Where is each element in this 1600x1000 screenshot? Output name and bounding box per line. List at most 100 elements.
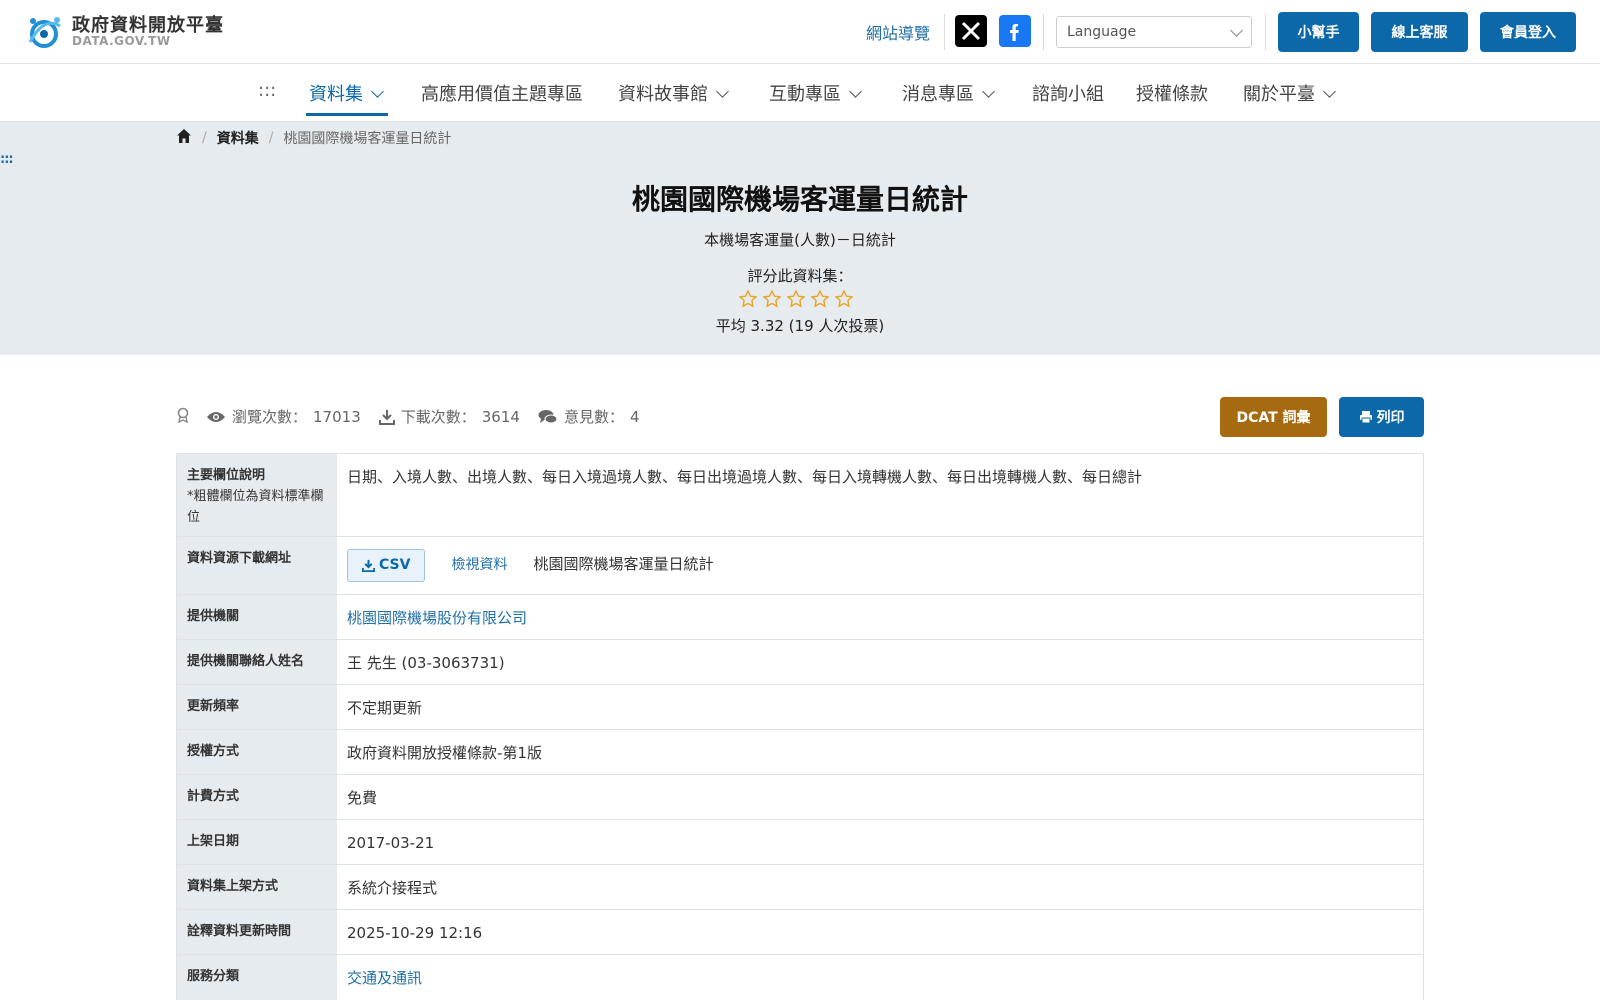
skip-link[interactable]: ::: [258, 80, 276, 101]
row-header: 提供機關聯絡人姓名 [177, 640, 337, 684]
dataset-hero: / 資料集 / 桃園國際機場客運量日統計 ::: 桃園國際機場客運量日統計 本機… [0, 122, 1600, 355]
dataset-info-table: 主要欄位說明 *粗體欄位為資料標準欄位 日期、入境人數、出境人數、每日入境過境人… [176, 453, 1424, 1000]
rating-label: 評分此資料集： [747, 267, 853, 285]
fields-value: 日期、入境人數、出境人數、每日入境過境人數、每日出境過境人數、每日入境轉機人數、… [347, 468, 1143, 486]
print-button-label: 列印 [1376, 410, 1405, 426]
row-header: 資料資源下載網址 [177, 537, 337, 594]
row-header: 主要欄位說明 *粗體欄位為資料標準欄位 [177, 454, 337, 536]
chevron-down-icon [1230, 23, 1243, 37]
breadcrumb-separator: / [202, 130, 207, 146]
x-share-icon[interactable] [955, 15, 987, 47]
language-select-placeholder: Language [1067, 24, 1137, 40]
resource-name: 桃園國際機場客運量日統計 [533, 555, 714, 573]
table-row: 主要欄位說明 *粗體欄位為資料標準欄位 日期、入境人數、出境人數、每日入境過境人… [177, 454, 1423, 537]
active-nav-indicator [306, 113, 388, 116]
table-row: 上架日期 2017-03-21 [177, 820, 1423, 865]
row-value: 政府資料開放授權條款-第1版 [337, 730, 1423, 774]
star-icon[interactable] [834, 289, 854, 309]
table-row: 計費方式 免費 [177, 775, 1423, 820]
table-row: 授權方式 政府資料開放授權條款-第1版 [177, 730, 1423, 775]
badge-icon [176, 407, 190, 427]
download-count-value: 3614 [481, 407, 520, 426]
main-nav: ::: 資料集 高應用價值主題專區 資料故事館 互動專區 消息專區 諮詢小組 授… [0, 64, 1600, 122]
star-icon[interactable] [786, 289, 806, 309]
nav-label: 互動專區 [769, 84, 841, 105]
chevron-down-icon [371, 84, 384, 98]
row-header-label: 主要欄位說明 [187, 468, 266, 483]
printer-icon [1359, 411, 1372, 424]
nav-interactive[interactable]: 互動專區 [769, 80, 862, 106]
nav-about[interactable]: 關於平臺 [1243, 80, 1336, 106]
sitemap-link[interactable]: 網站導覽 [866, 20, 930, 44]
skip-link[interactable]: ::: [0, 152, 14, 167]
dcat-vocabulary-button[interactable]: DCAT 詞彙 [1220, 397, 1327, 437]
logo-subtitle: DATA.GOV.TW [72, 34, 171, 49]
csv-download-button[interactable]: CSV [347, 549, 426, 582]
nav-data-stories[interactable]: 資料故事館 [618, 80, 729, 106]
table-row: 提供機關聯絡人姓名 王 先生 (03-3063731) [177, 640, 1423, 685]
nav-label: 消息專區 [902, 84, 974, 105]
divider [944, 14, 945, 50]
eye-icon [207, 411, 225, 422]
nav-label: 授權條款 [1136, 84, 1208, 105]
row-value: 2025-10-29 12:16 [337, 910, 1423, 954]
online-service-button[interactable]: 線上客服 [1371, 12, 1468, 52]
top-header: 政府資料開放平臺 DATA.GOV.TW 網站導覽 Language 小幫手 線… [0, 0, 1600, 64]
row-value: 日期、入境人數、出境人數、每日入境過境人數、每日出境過境人數、每日入境轉機人數、… [337, 454, 1423, 536]
publish-date-value: 2017-03-21 [347, 834, 435, 852]
view-data-link[interactable]: 檢視資料 [451, 549, 507, 576]
breadcrumb-separator: / [268, 130, 274, 146]
chevron-down-icon [982, 84, 995, 98]
row-header: 提供機關 [177, 595, 337, 639]
row-value: 2017-03-21 [337, 820, 1423, 864]
site-logo[interactable]: 政府資料開放平臺 DATA.GOV.TW [24, 12, 224, 52]
license-value: 政府資料開放授權條款-第1版 [347, 744, 542, 762]
comment-count-label: 意見數： [563, 408, 624, 426]
nav-high-value[interactable]: 高應用價值主題專區 [421, 80, 583, 106]
star-icon[interactable] [762, 289, 782, 309]
metadata-update-value: 2025-10-29 12:16 [347, 924, 483, 942]
dataset-description: 本機場客運量(人數)－日統計 [704, 231, 896, 249]
csv-label: CSV [379, 557, 411, 573]
table-row: 更新頻率 不定期更新 [177, 685, 1423, 730]
publish-method-value: 系統介接程式 [347, 879, 438, 897]
contact-value: 王 先生 (03-3063731) [347, 654, 505, 672]
category-link[interactable]: 交通及通訊 [347, 967, 422, 990]
nav-label: 關於平臺 [1243, 84, 1315, 105]
nav-label: 高應用價值主題專區 [421, 84, 583, 105]
row-header: 詮釋資料更新時間 [177, 910, 337, 954]
row-value: 王 先生 (03-3063731) [337, 640, 1423, 684]
language-select[interactable]: Language [1056, 16, 1252, 48]
row-value: 桃園國際機場股份有限公司 [337, 595, 1423, 639]
breadcrumb: / 資料集 / 桃園國際機場客運量日統計 [176, 128, 451, 148]
helper-button[interactable]: 小幫手 [1278, 12, 1359, 52]
nav-license[interactable]: 授權條款 [1136, 80, 1208, 106]
nav-news[interactable]: 消息專區 [902, 80, 995, 106]
chevron-down-icon [849, 84, 862, 98]
download-icon [362, 559, 375, 572]
chevron-down-icon [1323, 84, 1336, 98]
row-header: 計費方式 [177, 775, 337, 819]
table-row: 提供機關 桃園國際機場股份有限公司 [177, 595, 1423, 640]
nav-label: 諮詢小組 [1032, 84, 1104, 105]
view-count: 瀏覽次數： 17013 [206, 406, 361, 427]
logo-icon [24, 12, 64, 52]
star-icon[interactable] [738, 289, 758, 309]
facebook-share-icon[interactable] [999, 15, 1031, 47]
row-value: 系統介接程式 [337, 865, 1423, 909]
member-login-button[interactable]: 會員登入 [1480, 12, 1576, 52]
nav-advisory[interactable]: 諮詢小組 [1032, 80, 1104, 106]
table-row: 詮釋資料更新時間 2025-10-29 12:16 [177, 910, 1423, 955]
row-header: 更新頻率 [177, 685, 337, 729]
provider-link[interactable]: 桃園國際機場股份有限公司 [347, 607, 527, 630]
star-icon[interactable] [810, 289, 830, 309]
row-header: 資料集上架方式 [177, 865, 337, 909]
home-icon[interactable] [176, 128, 192, 148]
print-button[interactable]: 列印 [1339, 397, 1424, 437]
table-row: 資料資源下載網址 CSV 檢視資料 桃園國際機場客運量日統計 [177, 537, 1423, 595]
view-count-value: 17013 [313, 407, 361, 426]
breadcrumb-datasets[interactable]: 資料集 [217, 128, 259, 148]
row-value: 交通及通訊 [337, 955, 1423, 1000]
comment-count: 意見數： 4 [538, 406, 640, 427]
nav-datasets[interactable]: 資料集 [309, 80, 384, 106]
